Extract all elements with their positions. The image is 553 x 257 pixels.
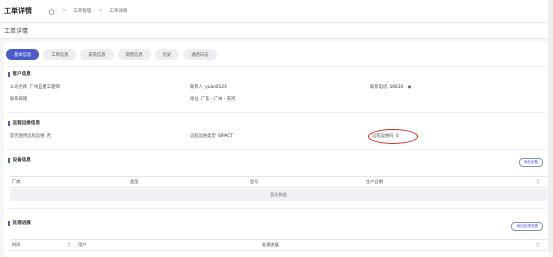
col-type[interactable]: 类型 <box>130 179 138 185</box>
company-label: 公司名称 <box>10 85 28 90</box>
breadcrumb-item-orders[interactable]: 工单管理 <box>73 8 91 14</box>
tab-history[interactable]: 历史 <box>154 49 180 60</box>
remote-enabled-value: 否 <box>46 134 52 139</box>
divider <box>6 66 547 67</box>
breadcrumb-item-current: 工单详情 <box>109 9 128 14</box>
contact-value: yuan0124 <box>205 85 227 90</box>
remote-enabled-label: 是否使用远程运维 <box>10 134 45 139</box>
add-device-button[interactable]: 添加设备 <box>518 158 543 167</box>
col-manufacturer[interactable]: 厂商 <box>12 179 20 185</box>
phone-label: 联系电话 <box>370 85 388 90</box>
company-value: 广州五星工程师 <box>29 85 60 90</box>
field-remote-enabled: 是否使用远程运维 否 <box>10 133 51 139</box>
section-title-remote: 远程运维信息 <box>8 120 41 126</box>
address-value: 广东 - 广州 - 天河 <box>200 97 236 102</box>
sort-icon[interactable] <box>536 179 540 184</box>
progress-table-header: 时间 用户 处理进展 <box>10 239 547 251</box>
sort-icon[interactable] <box>67 242 71 247</box>
col-production-date[interactable]: 生产日期 <box>366 179 383 185</box>
section-title-devices-text: 设备信息 <box>12 158 31 163</box>
remote-type-label: 远程运维类型 <box>190 134 216 139</box>
phone-value: 16630 <box>389 85 404 90</box>
top-bar: 工单详情 > 工单管理 > 工单详情 <box>0 0 553 23</box>
annotation-circle <box>368 129 418 144</box>
tab-call-log[interactable]: 通话日志 <box>183 49 217 60</box>
eye-icon[interactable]: ● <box>408 85 412 90</box>
field-company: 公司名称 广州五星工程师 <box>10 84 60 90</box>
field-email: 联系邮箱 <box>10 96 28 102</box>
table-empty-state: 暂无数据 <box>10 189 547 201</box>
section-title-customer-text: 客户信息 <box>12 72 31 77</box>
col-progress[interactable]: 处理进展 <box>262 242 279 248</box>
field-address: 地址 广东 - 广州 - 天河 <box>190 96 235 102</box>
section-title-progress: 处理进展 <box>8 220 31 226</box>
remote-type-value: SIPACT <box>218 134 233 139</box>
tab-sales-info[interactable]: 销售信息 <box>117 49 151 60</box>
contact-label: 联系人 <box>190 85 203 90</box>
breadcrumb-separator-icon: > <box>62 8 67 14</box>
detail-card: 基本信息 工单信息 安装信息 销售信息 历史 通话日志 客户信息 公司名称 广州… <box>4 42 549 257</box>
section-title-progress-text: 处理进展 <box>12 221 31 226</box>
scrollbar[interactable] <box>548 0 553 252</box>
page-title: 工单详情 <box>4 28 29 35</box>
tab-order-info[interactable]: 工单信息 <box>43 49 77 60</box>
col-time[interactable]: 时间 <box>12 242 20 248</box>
add-progress-button[interactable]: 添加处理进展 <box>511 222 543 231</box>
divider <box>6 149 547 150</box>
breadcrumb-separator-icon: > <box>98 8 103 14</box>
tab-basic-info[interactable]: 基本信息 <box>6 49 40 60</box>
col-model[interactable]: 型号 <box>250 179 258 185</box>
home-icon[interactable] <box>48 8 55 15</box>
field-remote-type: 远程运维类型 SIPACT <box>190 133 233 139</box>
divider <box>6 208 547 209</box>
email-label: 联系邮箱 <box>10 97 28 102</box>
section-title-customer: 客户信息 <box>8 71 31 77</box>
page-title-bar: 工单详情 <box>0 23 553 39</box>
divider <box>6 112 547 113</box>
section-title-remote-text: 远程运维信息 <box>12 121 41 126</box>
app-title: 工单详情 <box>4 7 32 15</box>
tab-bar: 基本信息 工单信息 安装信息 销售信息 历史 通话日志 <box>6 49 217 60</box>
tab-install-info[interactable]: 安装信息 <box>80 49 114 60</box>
breadcrumb: > 工单管理 > 工单详情 <box>48 8 127 15</box>
col-user[interactable]: 用户 <box>78 242 86 248</box>
sort-icon[interactable] <box>536 242 540 247</box>
field-phone: 联系电话 16630 ● <box>370 84 411 90</box>
device-table-header: 厂商 类型 型号 生产日期 <box>10 176 547 188</box>
field-contact: 联系人 yuan0124 <box>190 84 227 90</box>
address-label: 地址 <box>190 97 199 102</box>
section-title-devices: 设备信息 <box>8 157 31 163</box>
